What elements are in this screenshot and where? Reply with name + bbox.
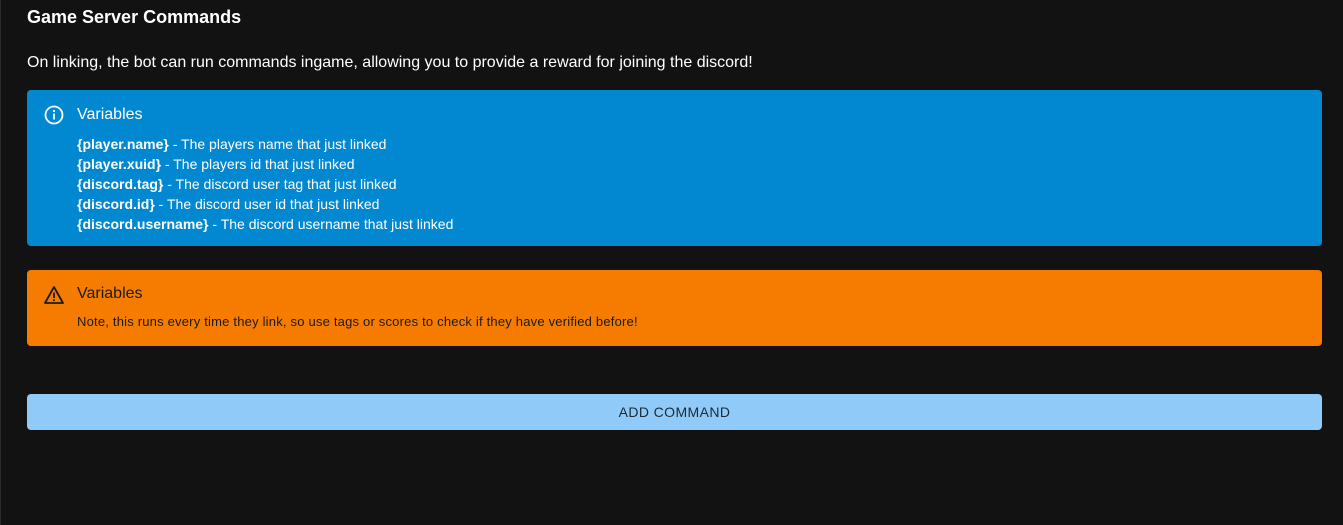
section-title: Game Server Commands [27,7,242,27]
variable-row: {discord.username} - The discord usernam… [77,214,453,234]
game-server-commands-panel: Game Server Commands On linking, the bot… [0,0,1343,525]
variable-description: - The discord user tag that just linked [163,176,397,192]
variable-name: {discord.username} [77,216,209,232]
variable-name: {player.xuid} [77,156,162,172]
variable-row: {player.name} - The players name that ju… [77,134,453,154]
warning-alert-body: Note, this runs every time they link, so… [77,314,638,329]
variable-list: {player.name} - The players name that ju… [77,134,453,234]
variable-row: {discord.tag} - The discord user tag tha… [77,174,453,194]
variable-description: - The discord user id that just linked [154,196,380,212]
variable-name: {player.name} [77,136,169,152]
info-alert-title: Variables [77,106,143,123]
variables-warning-alert: Variables Note, this runs every time the… [27,270,1322,346]
add-command-button[interactable]: ADD COMMAND [27,394,1322,430]
variable-description: - The players name that just linked [168,136,387,152]
variables-info-alert: Variables {player.name} - The players na… [27,90,1322,246]
info-icon [43,104,65,126]
variable-row: {player.xuid} - The players id that just… [77,154,453,174]
warning-alert-title: Variables [77,285,143,302]
warning-icon [43,284,65,306]
variable-name: {discord.tag} [77,176,164,192]
section-description: On linking, the bot can run commands ing… [27,54,753,71]
variable-description: - The players id that just linked [161,156,355,172]
variable-row: {discord.id} - The discord user id that … [77,194,453,214]
variable-description: - The discord username that just linked [208,216,454,232]
variable-name: {discord.id} [77,196,155,212]
